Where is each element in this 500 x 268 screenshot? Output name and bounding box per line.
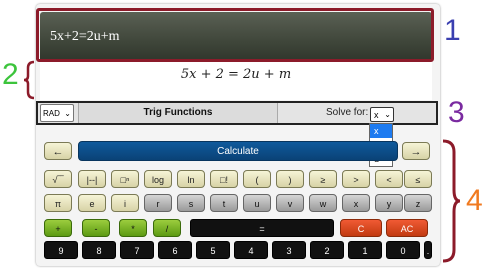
ln-button[interactable]: ln [177,170,205,188]
gt-button[interactable]: > [342,170,370,188]
annotation-label-2: 2 [2,58,19,91]
minus-button[interactable]: - [82,219,110,237]
keypad: ← Calculate → √‾‾ |--| □ⁿ log ln □! ( ) … [40,138,432,262]
digit-3-button[interactable]: 3 [272,241,306,259]
pi-button[interactable]: π [44,194,72,212]
annotation-label-1: 1 [444,14,461,47]
var-w-button[interactable]: w [309,194,337,212]
var-r-button[interactable]: r [144,194,172,212]
all-clear-button[interactable]: AC [386,219,428,237]
geq-button[interactable]: ≥ [309,170,337,188]
sqrt-button[interactable]: √‾‾ [44,170,72,188]
angle-mode-select[interactable]: RAD ⌄ [40,104,74,122]
solve-for-label: Solve for: [326,107,369,118]
digit-1-button[interactable]: 1 [348,241,382,259]
digit-7-button[interactable]: 7 [120,241,154,259]
digit-0-button[interactable]: 0 [386,241,420,259]
annotation-bracket-1 [36,8,434,62]
var-s-button[interactable]: s [177,194,205,212]
cursor-right-button[interactable]: → [402,142,430,160]
solve-option-x[interactable]: x [370,124,392,138]
annotation-label-4: 4 [466,184,483,217]
log-button[interactable]: log [144,170,172,188]
rendered-equation: 5x + 2 = 2u + m [40,62,432,100]
close-paren-button[interactable]: ) [276,170,304,188]
digit-5-button[interactable]: 5 [196,241,230,259]
factorial-button[interactable]: □! [210,170,238,188]
var-z-button[interactable]: z [404,194,432,212]
i-button[interactable]: i [111,194,139,212]
e-button[interactable]: e [78,194,106,212]
lt-button[interactable]: < [375,170,403,188]
annotation-brace-4 [442,139,461,263]
var-t-button[interactable]: t [210,194,238,212]
decimal-button[interactable]: . [424,241,432,259]
chevron-down-icon: ⌄ [384,110,391,119]
digit-6-button[interactable]: 6 [158,241,192,259]
annotation-brace-2 [23,60,35,100]
calculate-button[interactable]: Calculate [78,141,398,161]
digit-2-button[interactable]: 2 [310,241,344,259]
multiply-button[interactable]: * [119,219,147,237]
equals-button[interactable]: = [190,219,334,237]
var-x-button[interactable]: x [342,194,370,212]
var-u-button[interactable]: u [243,194,271,212]
digit-8-button[interactable]: 8 [82,241,116,259]
trig-functions-button[interactable]: Trig Functions [78,103,278,123]
open-paren-button[interactable]: ( [243,170,271,188]
clear-button[interactable]: C [340,219,382,237]
power-button[interactable]: □ⁿ [111,170,139,188]
leq-button[interactable]: ≤ [404,170,432,188]
annotation-label-3: 3 [448,96,465,129]
plus-button[interactable]: + [44,219,72,237]
solve-for-select[interactable]: x ⌄ [370,107,394,122]
cursor-left-button[interactable]: ← [44,142,72,160]
abs-button[interactable]: |--| [78,170,106,188]
divide-button[interactable]: / [153,219,181,237]
chevron-down-icon: ⌄ [64,109,71,118]
var-y-button[interactable]: y [375,194,403,212]
digit-4-button[interactable]: 4 [234,241,268,259]
var-v-button[interactable]: v [276,194,304,212]
digit-9-button[interactable]: 9 [44,241,78,259]
